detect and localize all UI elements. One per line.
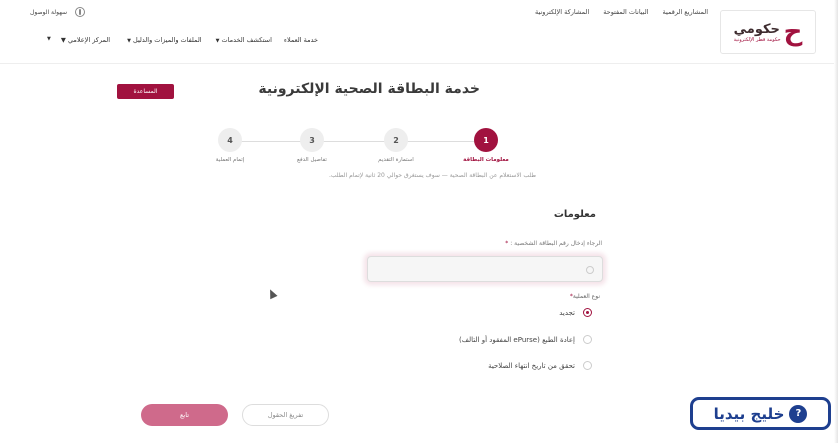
radio-unchecked-icon[interactable] bbox=[583, 361, 592, 370]
step-label: إتمام العملية bbox=[215, 157, 245, 163]
utility-link-open-data[interactable]: البيانات المفتوحة bbox=[603, 8, 648, 16]
step-4: 4 إتمام العملية bbox=[200, 128, 260, 163]
accessibility-icon[interactable] bbox=[75, 7, 85, 17]
watermark-text: خليج بيديا bbox=[713, 404, 785, 423]
duration-notice: طلب الاستعلام عن البطاقة الصحية — سوف يس… bbox=[328, 172, 536, 179]
nav-item-files[interactable]: الملفات والميزات والدليل ▼ bbox=[125, 36, 202, 44]
mouse-cursor-icon bbox=[266, 287, 278, 300]
radio-checked-icon[interactable] bbox=[583, 308, 592, 317]
logo-subtitle: حكومة قطر الإلكترونية bbox=[733, 36, 781, 43]
option-label: تجديد bbox=[559, 308, 575, 317]
operation-type-label: نوع العملية* bbox=[570, 293, 600, 300]
required-marker: * bbox=[505, 240, 509, 247]
logo-mark-icon: ح bbox=[783, 17, 803, 47]
nav-item-label: الملفات والميزات والدليل bbox=[133, 36, 202, 44]
nav-item-customer-service[interactable]: خدمة العملاء bbox=[284, 36, 318, 44]
stepper-line bbox=[230, 141, 486, 142]
nav-item-label: استكشف الخدمات bbox=[221, 36, 272, 44]
step-number: 1 bbox=[474, 128, 498, 152]
utility-links: المشاريع الرقمية البيانات المفتوحة المشا… bbox=[535, 8, 708, 16]
step-label: معلومات البطاقة bbox=[463, 157, 509, 163]
watermark-logo: ? خليج بيديا bbox=[690, 397, 831, 430]
page-title: خدمة البطاقة الصحية الإلكترونية bbox=[258, 81, 480, 97]
utility-link-digital-projects[interactable]: المشاريع الرقمية bbox=[663, 8, 708, 16]
watermark-icon: ? bbox=[789, 404, 808, 423]
step-number: 3 bbox=[300, 128, 324, 152]
utility-left: سهولة الوصول bbox=[30, 7, 85, 17]
progress-stepper: 4 إتمام العملية 3 تفاصيل الدفع 2 استمارة… bbox=[200, 128, 516, 168]
option-renew[interactable]: تجديد bbox=[559, 308, 592, 317]
id-field-label: الرجاء إدخال رقم البطاقة الشخصية : * bbox=[505, 240, 602, 247]
chevron-down-icon: ▼ bbox=[127, 38, 131, 44]
logo-text: حكومي حكومة قطر الإلكترونية bbox=[734, 22, 781, 43]
main-nav-overflow: المركز الإعلامي ▼ ▼ bbox=[0, 36, 110, 44]
step-number: 4 bbox=[218, 128, 242, 152]
top-bar: سهولة الوصول المشاريع الرقمية البيانات ا… bbox=[0, 0, 838, 64]
nav-item-label: المركز الإعلامي bbox=[67, 36, 110, 44]
step-label: استمارة التقديم bbox=[378, 157, 414, 163]
accessibility-link[interactable]: سهولة الوصول bbox=[30, 9, 67, 16]
chevron-down-icon: ▼ bbox=[60, 36, 66, 44]
step-2: 2 استمارة التقديم bbox=[366, 128, 426, 163]
option-label: إعادة الطبع (ePurse المفقود أو التالف) bbox=[459, 335, 575, 344]
option-reprint[interactable]: إعادة الطبع (ePurse المفقود أو التالف) bbox=[459, 335, 592, 344]
step-1: 1 معلومات البطاقة bbox=[456, 128, 516, 163]
next-button[interactable]: تابع bbox=[141, 404, 228, 426]
step-3: 3 تفاصيل الدفع bbox=[282, 128, 342, 163]
step-label: تفاصيل الدفع bbox=[297, 157, 327, 163]
option-label: تحقق من تاريخ انتهاء الصلاحية bbox=[488, 361, 575, 370]
operation-type-label-text: نوع العملية bbox=[572, 293, 600, 300]
step-number: 2 bbox=[384, 128, 408, 152]
nav-item-explore-services[interactable]: استكشف الخدمات ▼ bbox=[214, 36, 272, 44]
nav-item-media-center[interactable]: المركز الإعلامي ▼ bbox=[61, 36, 110, 44]
main-nav: خدمة العملاء استكشف الخدمات ▼ الملفات وا… bbox=[125, 36, 318, 44]
hukoomi-logo[interactable]: ح حكومي حكومة قطر الإلكترونية bbox=[720, 10, 816, 54]
scroll-edge bbox=[834, 0, 838, 443]
chevron-down-icon: ▼ bbox=[215, 38, 220, 44]
section-title: معلومات bbox=[553, 209, 596, 220]
utility-link-e-participation[interactable]: المشاركة الإلكترونية bbox=[535, 8, 589, 16]
id-number-input[interactable] bbox=[367, 256, 603, 282]
chevron-down-icon[interactable]: ▼ bbox=[47, 36, 51, 44]
id-field-label-text: الرجاء إدخال رقم البطاقة الشخصية : bbox=[510, 240, 602, 247]
option-check-expiry[interactable]: تحقق من تاريخ انتهاء الصلاحية bbox=[488, 361, 592, 370]
radio-unchecked-icon[interactable] bbox=[583, 335, 592, 344]
help-button[interactable]: المساعدة bbox=[117, 84, 174, 99]
clear-fields-button[interactable]: تفريغ الحقول bbox=[242, 404, 329, 426]
logo-name: حكومي bbox=[733, 21, 780, 37]
